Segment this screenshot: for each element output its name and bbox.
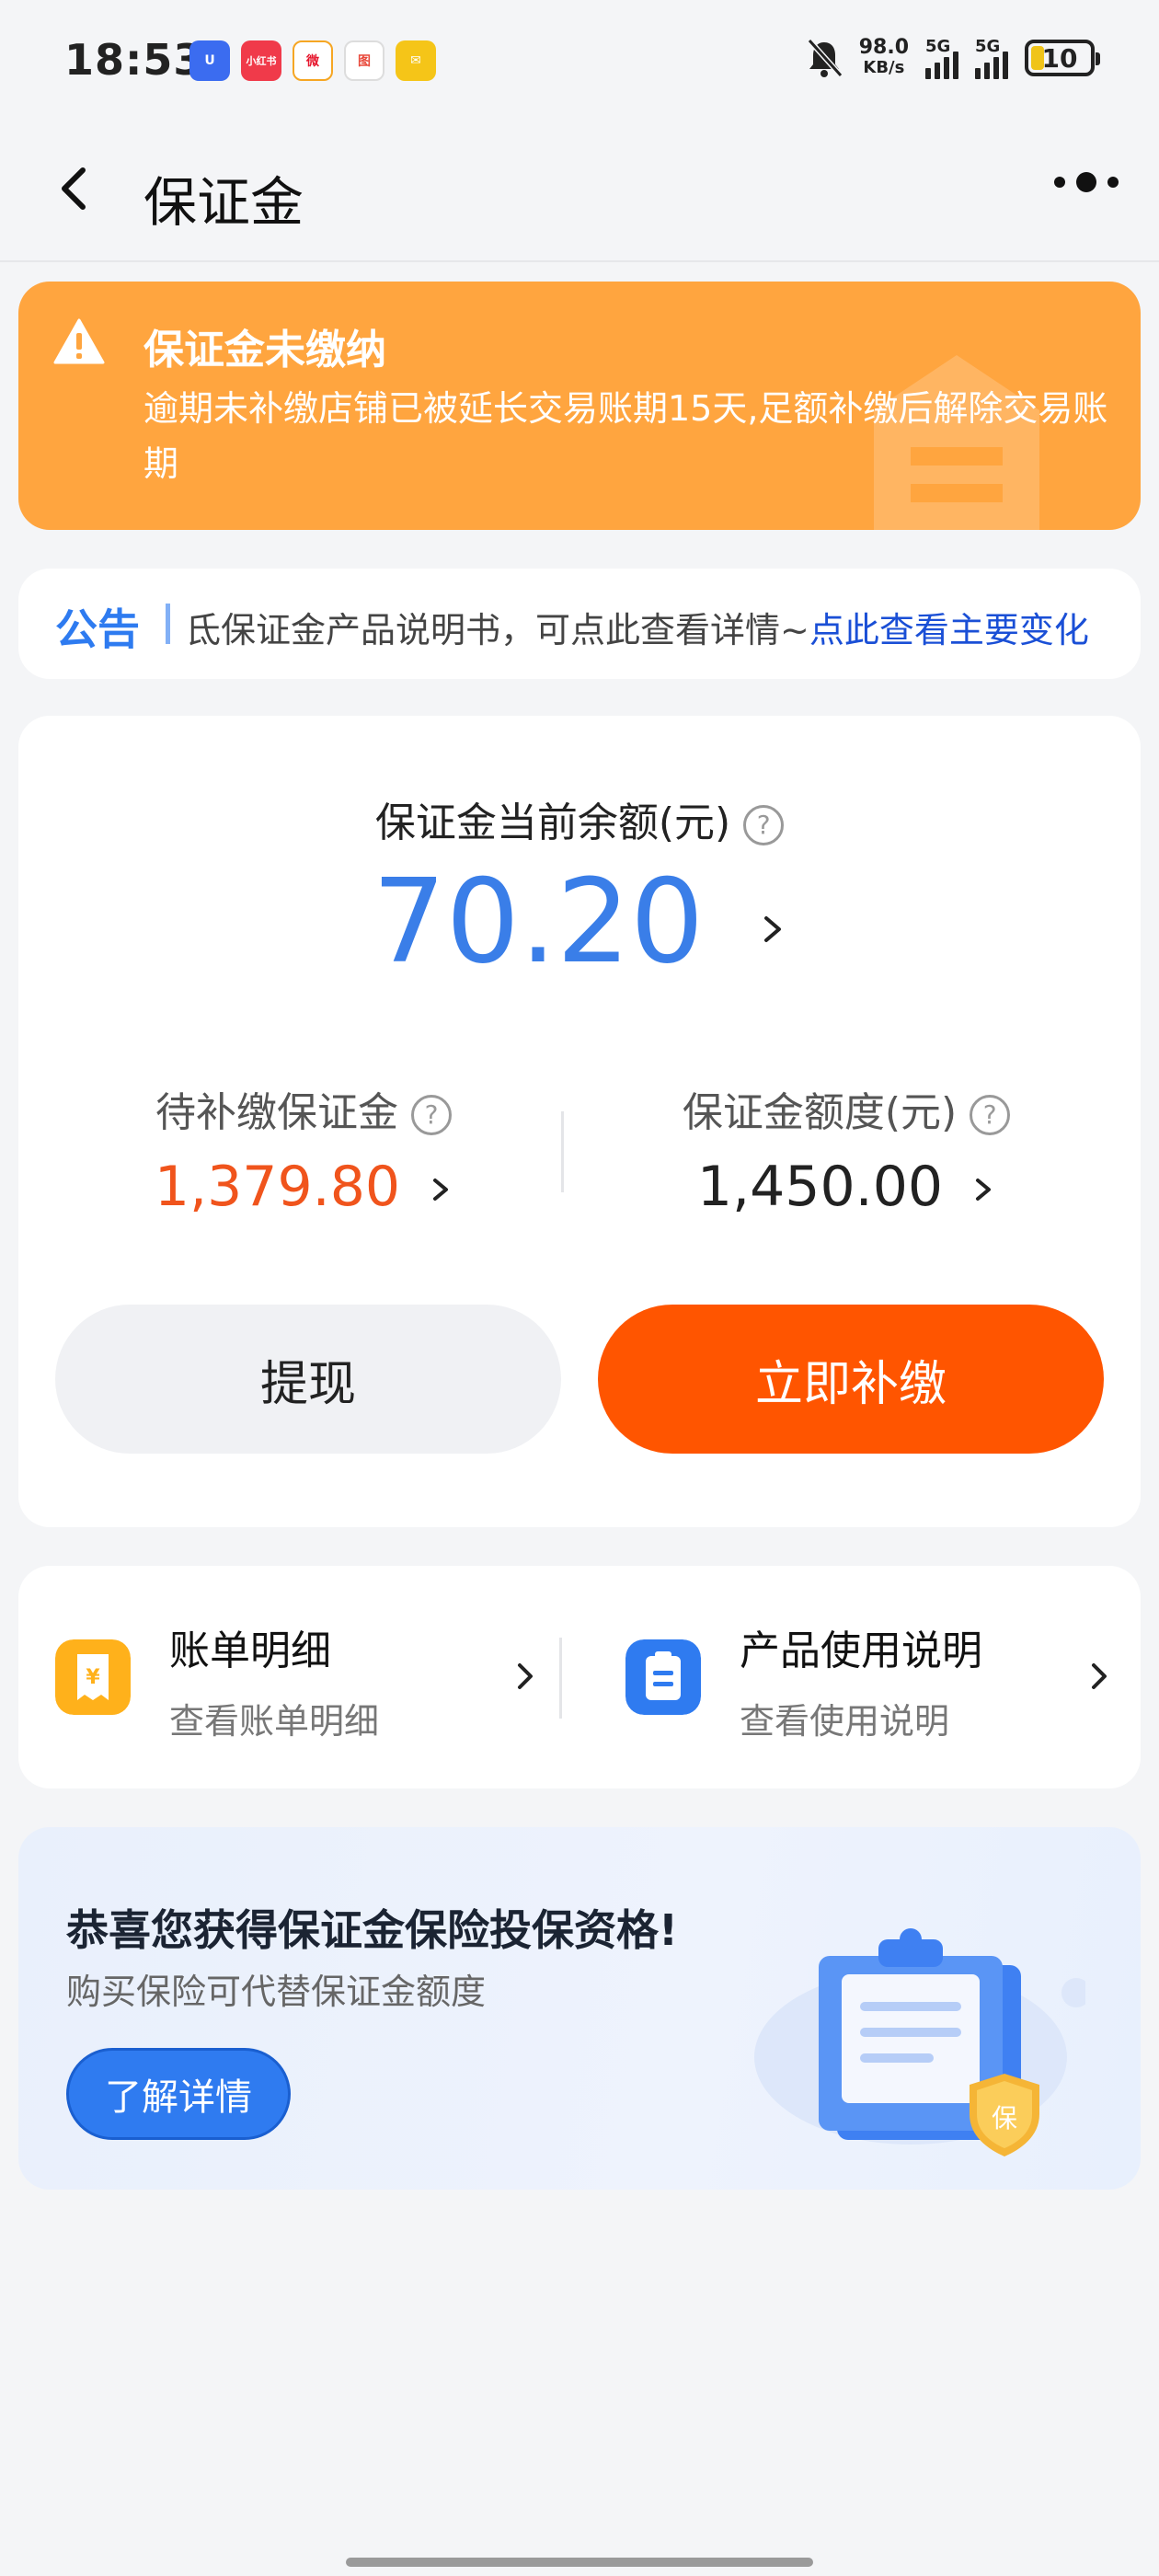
- back-arrow-icon[interactable]: [48, 161, 103, 216]
- status-right: 98.0 KB/s 5G 5G 10: [806, 36, 1100, 79]
- announcement-label: 公告: [55, 604, 140, 654]
- home-indicator[interactable]: [346, 2558, 813, 2567]
- chevron-right-icon: [433, 1179, 449, 1202]
- svg-text:¥: ¥: [86, 1666, 100, 1689]
- product-guide-title: 产品使用说明: [740, 1627, 982, 1674]
- warning-icon: [53, 318, 105, 364]
- notification-app-icons: U 小红书 微 图 ✉: [189, 40, 436, 81]
- insurance-subtitle: 购买保险可代替保证金额度: [66, 1972, 487, 2012]
- help-icon[interactable]: ?: [743, 805, 785, 845]
- status-bar: 18:53 U 小红书 微 图 ✉ 98.0 KB/s 5G 5G 10: [0, 0, 1159, 124]
- page-title: 保证金: [143, 171, 304, 234]
- pending-label: 待补缴保证金: [155, 1089, 398, 1136]
- bill-details-subtitle: 查看账单明细: [169, 1701, 380, 1742]
- help-icon[interactable]: ?: [970, 1095, 1011, 1135]
- help-icon[interactable]: ?: [411, 1095, 452, 1135]
- announcement-divider: [166, 604, 170, 644]
- mail-icon: ✉: [396, 40, 436, 81]
- quick-links-card: ¥ 账单明细 查看账单明细 产品使用说明 查看使用说明: [18, 1566, 1141, 1788]
- quota-label: 保证金额度(元): [682, 1089, 958, 1136]
- pay-now-button[interactable]: 立即补缴: [598, 1305, 1104, 1454]
- pending-value: 1,379.80: [154, 1155, 401, 1219]
- announcement-link[interactable]: 点此查看主要变化: [809, 610, 1089, 650]
- balance-label-row: 保证金当前余额(元)?: [18, 789, 1141, 848]
- deposit-balance-card: 保证金当前余额(元)? 70.20 待补缴保证金? 1,379.80 保证金额度…: [18, 716, 1141, 1527]
- signal-icon-sim2: 5G: [975, 37, 1008, 79]
- divider: [559, 1638, 562, 1719]
- insurance-title: 恭喜您获得保证金保险投保资格!: [66, 1905, 678, 1955]
- xiaohongshu-icon: 小红书: [241, 40, 281, 81]
- unpaid-warning-banner: 保证金未缴纳 逾期未补缴店铺已被延长交易账期15天,足额补缴后解除交易账期: [18, 282, 1141, 530]
- more-options-icon[interactable]: [1054, 172, 1119, 192]
- taobao-u-icon: U: [189, 40, 230, 81]
- status-time: 18:53: [64, 35, 204, 85]
- insurance-badge-text: 保: [992, 2103, 1017, 2133]
- withdraw-button[interactable]: 提现: [55, 1305, 561, 1454]
- balance-label: 保证金当前余额(元): [374, 799, 731, 846]
- insurance-promo-card: 恭喜您获得保证金保险投保资格! 购买保险可代替保证金额度 了解详情 保: [18, 1827, 1141, 2190]
- clipboard-icon: [625, 1639, 701, 1715]
- chevron-right-icon: [764, 916, 782, 943]
- weibo-icon: 微: [293, 40, 333, 81]
- net-speed: 98.0 KB/s: [858, 36, 909, 78]
- bill-details-title: 账单明细: [169, 1627, 331, 1674]
- quota-value: 1,450.00: [696, 1155, 944, 1219]
- maps-icon: 图: [344, 40, 384, 81]
- pending-deposit[interactable]: 待补缴保证金? 1,379.80: [46, 1079, 561, 1219]
- announcement-marquee: 氐保证金产品说明书，可点此查看详情~点此查看主要变化: [186, 602, 1124, 653]
- chevron-right-icon: [976, 1179, 992, 1202]
- chevron-right-icon: [1092, 1663, 1107, 1689]
- bill-details-link[interactable]: ¥ 账单明细 查看账单明细: [18, 1566, 552, 1788]
- battery-icon: 10: [1025, 40, 1100, 76]
- announcement-bar[interactable]: 公告 氐保证金产品说明书，可点此查看详情~点此查看主要变化: [18, 569, 1141, 679]
- learn-more-button[interactable]: 了解详情: [66, 2048, 291, 2140]
- signal-icon-sim1: 5G: [925, 37, 958, 79]
- nav-bar: 保证金: [0, 124, 1159, 262]
- bill-icon: ¥: [55, 1639, 131, 1715]
- insurance-clipboard-illustration: 保: [754, 1928, 1085, 2156]
- product-guide-subtitle: 查看使用说明: [740, 1701, 950, 1742]
- warning-title: 保证金未缴纳: [143, 327, 386, 374]
- chevron-right-icon: [518, 1663, 533, 1689]
- balance-amount-row[interactable]: 70.20: [18, 854, 1141, 989]
- announcement-text: 氐保证金产品说明书，可点此查看详情~: [186, 610, 809, 650]
- warning-text: 逾期未补缴店铺已被延长交易账期15天,足额补缴后解除交易账期: [143, 388, 1108, 484]
- deposit-quota[interactable]: 保证金额度(元)? 1,450.00: [589, 1079, 1104, 1219]
- divider: [561, 1111, 564, 1192]
- balance-amount: 70.20: [372, 854, 705, 989]
- product-guide-link[interactable]: 产品使用说明 查看使用说明: [589, 1566, 1122, 1788]
- mute-bell-icon: [807, 38, 843, 78]
